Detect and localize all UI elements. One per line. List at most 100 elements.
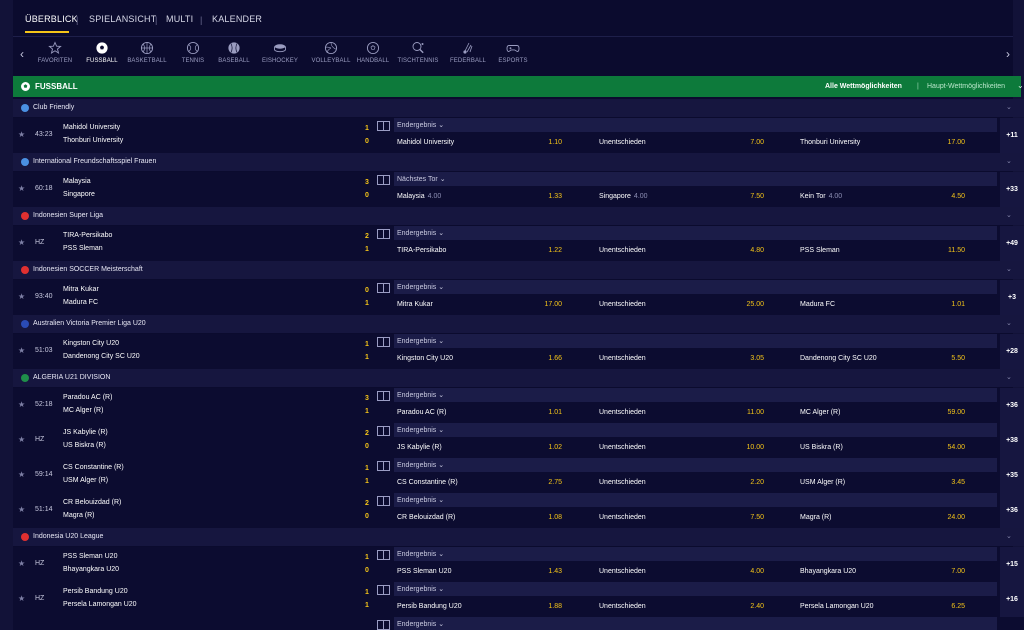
home-team[interactable]: JS Kabylie (R) [63,429,108,436]
home-team[interactable]: Paradou AC (R) [63,394,112,401]
odds-button[interactable]: 17.00 [925,139,965,146]
selection-label[interactable]: Unentschieden [599,603,646,610]
favorite-star-icon[interactable]: ★ [18,130,25,139]
selection-label[interactable]: Unentschieden [599,514,646,521]
pitch-icon[interactable] [377,121,390,131]
pitch-icon[interactable] [377,496,390,506]
selection-label[interactable]: Unentschieden [599,139,646,146]
away-team[interactable]: Dandenong City SC U20 [63,353,140,360]
pitch-icon[interactable] [377,175,390,185]
odds-button[interactable]: 59.00 [925,409,965,416]
market-selector[interactable]: Endergebnis ⌄ [397,550,444,558]
chevron-down-icon[interactable]: ⌄ [1006,373,1012,381]
selection-label[interactable]: Thonburi University [800,139,860,146]
odds-button[interactable]: 4.80 [724,247,764,254]
home-team[interactable]: TIRA-Persikabo [63,232,112,239]
sport-eishockey[interactable]: EISHOCKEY [255,41,305,64]
odds-button[interactable]: 6.25 [925,603,965,610]
odds-button[interactable]: 1.22 [522,247,562,254]
away-team[interactable]: USM Alger (R) [63,477,108,484]
sport-esports[interactable]: ESPORTS [488,41,538,64]
home-team[interactable]: Mahidol University [63,124,120,131]
tab-calendar[interactable]: KALENDER [212,14,262,24]
sport-basketball[interactable]: BASKETBALL [122,41,172,64]
all-markets-link[interactable]: Alle Wettmöglichkeiten [825,83,902,90]
chevron-down-icon[interactable]: ⌄ [1017,81,1024,90]
tab-multi[interactable]: MULTI [166,14,193,24]
favorite-star-icon[interactable]: ★ [18,238,25,247]
tab-overview[interactable]: ÜBERBLICK [25,14,78,24]
favorite-star-icon[interactable]: ★ [18,505,25,514]
chevron-down-icon[interactable]: ⌄ [1006,319,1012,327]
sport-handball[interactable]: HANDBALL [348,41,398,64]
pitch-icon[interactable] [377,585,390,595]
home-team[interactable]: CS Constantine (R) [63,464,124,471]
odds-button[interactable]: 3.45 [925,479,965,486]
selection-label[interactable]: Unentschieden [599,568,646,575]
odds-button[interactable]: 1.33 [522,193,562,200]
league-header[interactable]: ALGERIA U21 DIVISION ⌄ [13,369,1024,387]
odds-button[interactable]: 11.50 [925,247,965,254]
league-header[interactable]: Club Friendly ⌄ [13,99,1024,117]
more-markets-button[interactable]: +3 [1000,280,1024,315]
home-team[interactable]: Persib Bandung U20 [63,588,128,595]
selection-label[interactable]: Unentschieden [599,409,646,416]
selection-label[interactable]: Persela Lamongan U20 [800,603,874,610]
odds-button[interactable]: 7.50 [724,514,764,521]
odds-button[interactable]: 10.00 [724,444,764,451]
odds-button[interactable]: 1.01 [522,409,562,416]
league-header[interactable]: Indonesien SOCCER Meisterschaft ⌄ [13,261,1024,279]
away-team[interactable]: Thonburi University [63,137,123,144]
favorite-star-icon[interactable]: ★ [18,470,25,479]
more-markets-button[interactable]: +11 [1000,118,1024,153]
chevron-down-icon[interactable]: ⌄ [1006,103,1012,111]
pitch-icon[interactable] [377,426,390,436]
selection-label[interactable]: JS Kabylie (R) [397,444,442,451]
selection-label[interactable]: USM Alger (R) [800,479,845,486]
odds-button[interactable]: 24.00 [925,514,965,521]
league-header[interactable]: Australien Victoria Premier Liga U20 ⌄ [13,315,1024,333]
market-selector[interactable]: Endergebnis ⌄ [397,283,444,291]
more-markets-button[interactable]: +49 [1000,226,1024,261]
odds-button[interactable]: 1.43 [522,568,562,575]
favorite-star-icon[interactable]: ★ [18,594,25,603]
selection-label[interactable]: Magra (R) [800,514,832,521]
odds-button[interactable]: 7.00 [925,568,965,575]
sport-fussball[interactable]: FUSSBALL [77,41,127,64]
selection-label[interactable]: US Biskra (R) [800,444,843,451]
chevron-right-icon[interactable]: › [1006,47,1010,61]
pitch-icon[interactable] [377,229,390,239]
more-markets-button[interactable]: +28 [1000,334,1024,369]
home-team[interactable]: Malaysia [63,178,91,185]
sport-federball[interactable]: FEDERBALL [443,41,493,64]
sport-tischtennis[interactable]: TISCHTENNIS [393,41,443,64]
selection-label[interactable]: Malaysia 4.00 [397,193,441,200]
pitch-icon[interactable] [377,620,390,630]
odds-button[interactable]: 2.20 [724,479,764,486]
selection-label[interactable]: PSS Sleman [800,247,840,254]
odds-button[interactable]: 25.00 [724,301,764,308]
selection-label[interactable]: Unentschieden [599,301,646,308]
odds-button[interactable]: 7.50 [724,193,764,200]
away-team[interactable]: Singapore [63,191,95,198]
selection-label[interactable]: Unentschieden [599,247,646,254]
selection-label[interactable]: Singapore 4.00 [599,193,648,200]
tab-match-view[interactable]: SPIELANSICHT [89,14,156,24]
away-team[interactable]: PSS Sleman [63,245,103,252]
selection-label[interactable]: Kingston City U20 [397,355,453,362]
market-selector[interactable]: Endergebnis ⌄ [397,585,444,593]
selection-label[interactable]: Dandenong City SC U20 [800,355,877,362]
odds-button[interactable]: 1.10 [522,139,562,146]
selection-label[interactable]: Paradou AC (R) [397,409,446,416]
odds-button[interactable]: 4.00 [724,568,764,575]
away-team[interactable]: US Biskra (R) [63,442,106,449]
selection-label[interactable]: Unentschieden [599,444,646,451]
odds-button[interactable]: 17.00 [522,301,562,308]
odds-button[interactable]: 11.00 [724,409,764,416]
favorite-star-icon[interactable]: ★ [18,559,25,568]
selection-label[interactable]: Kein Tor 4.00 [800,193,842,200]
more-markets-button[interactable]: +15 [1000,547,1024,582]
odds-button[interactable]: 7.00 [724,139,764,146]
home-team[interactable]: Mitra Kukar [63,286,99,293]
chevron-down-icon[interactable]: ⌄ [1006,211,1012,219]
